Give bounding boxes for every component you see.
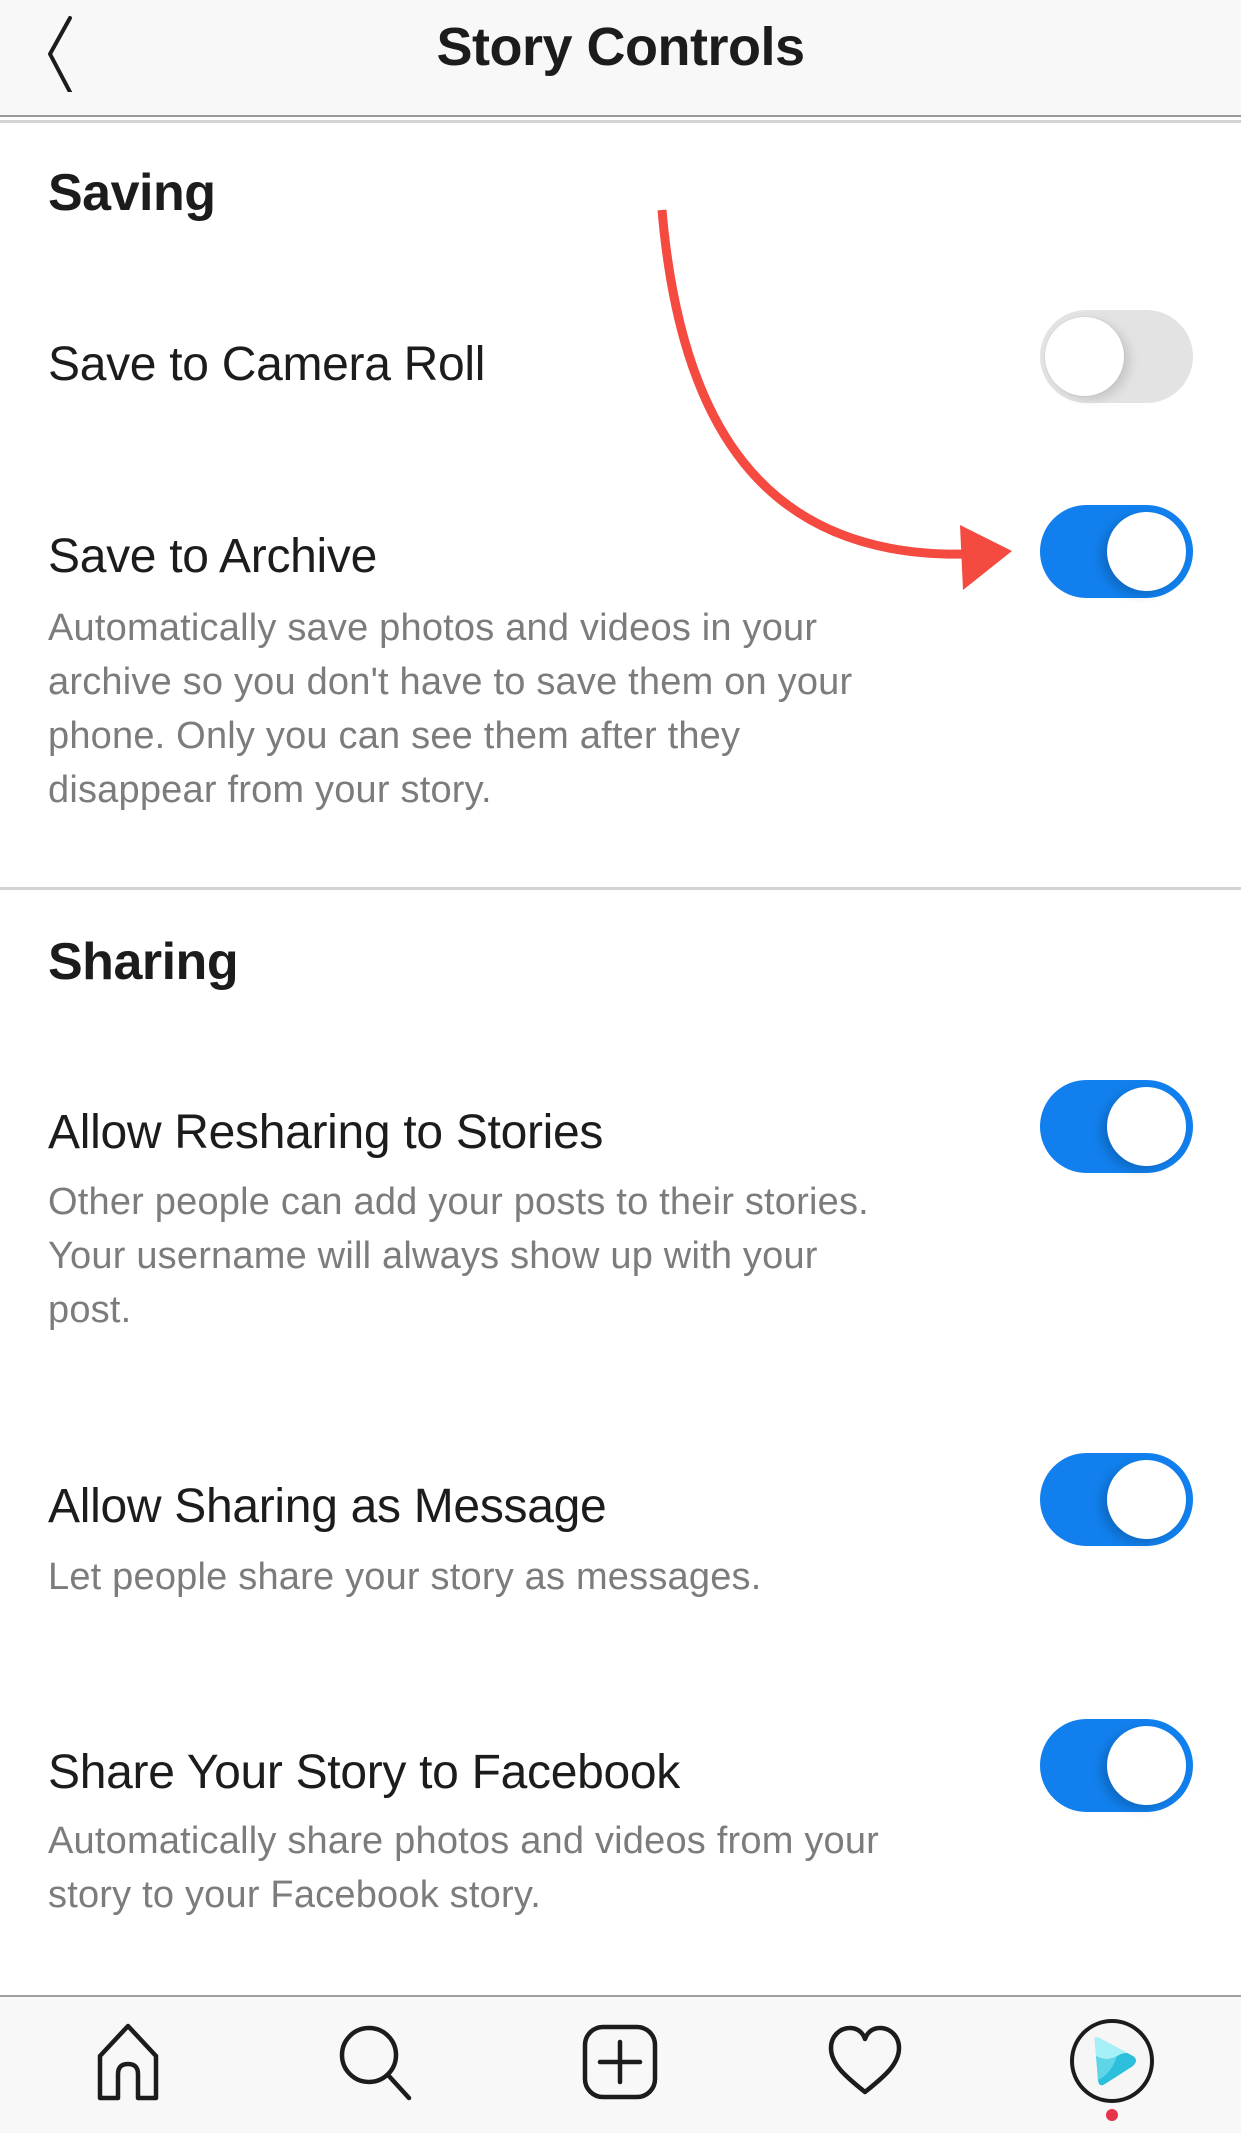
toggle-knob <box>1107 512 1186 591</box>
setting-title-allow-sharing-message: Allow Sharing as Message <box>48 1480 607 1533</box>
toggle-allow-resharing[interactable] <box>1040 1080 1193 1173</box>
setting-title-save-archive: Save to Archive <box>48 530 378 583</box>
section-divider <box>0 887 1241 890</box>
description-line: disappear from your story. <box>48 769 492 811</box>
description-line: archive so you don't have to save them o… <box>48 661 853 703</box>
tab-activity[interactable] <box>820 2017 910 2107</box>
section-heading-saving: Saving <box>48 164 216 222</box>
setting-description-save-archive: Automatically save photos and videos in … <box>48 601 1008 817</box>
tab-search[interactable] <box>330 2017 420 2107</box>
description-line: Automatically save photos and videos in … <box>48 607 818 649</box>
search-icon <box>339 2025 412 2101</box>
toggle-share-facebook[interactable] <box>1040 1719 1193 1812</box>
toggle-save-archive[interactable] <box>1040 505 1193 598</box>
tab-new-post[interactable] <box>575 2017 665 2107</box>
toggle-knob <box>1045 317 1124 396</box>
description-line: story to your Facebook story. <box>48 1874 541 1916</box>
setting-description-allow-sharing-message: Let people share your story as messages. <box>48 1550 1008 1604</box>
toggle-knob <box>1107 1087 1186 1166</box>
section-heading-sharing: Sharing <box>48 933 239 991</box>
header-divider <box>0 120 1241 123</box>
description-line: Other people can add your posts to their… <box>48 1181 869 1223</box>
description-line: Your username will always show up with y… <box>48 1235 818 1277</box>
notification-dot <box>1106 2109 1118 2121</box>
description-line: phone. Only you can see them after they <box>48 715 741 757</box>
heart-icon <box>828 2025 902 2095</box>
description-line: post. <box>48 1289 132 1331</box>
tab-home[interactable] <box>83 2017 173 2107</box>
plus-square-icon <box>582 2024 658 2100</box>
tab-profile[interactable] <box>1067 2011 1157 2111</box>
annotation-arrow <box>657 209 1012 590</box>
nav-header: Story Controls <box>0 0 1241 117</box>
setting-title-allow-resharing: Allow Resharing to Stories <box>48 1106 604 1159</box>
setting-description-allow-resharing: Other people can add your posts to their… <box>48 1175 1008 1337</box>
setting-description-share-facebook: Automatically share photos and videos fr… <box>48 1814 1008 1922</box>
profile-avatar-icon <box>1070 2019 1154 2103</box>
setting-title-save-camera-roll: Save to Camera Roll <box>48 338 486 391</box>
toggle-knob <box>1107 1726 1186 1805</box>
home-icon <box>97 2023 159 2101</box>
toggle-allow-sharing-message[interactable] <box>1040 1453 1193 1546</box>
page-title: Story Controls <box>436 17 805 77</box>
setting-title-share-facebook: Share Your Story to Facebook <box>48 1746 681 1799</box>
description-line: Automatically share photos and videos fr… <box>48 1820 880 1862</box>
toggle-knob <box>1107 1460 1186 1539</box>
description-line: Let people share your story as messages. <box>48 1556 762 1598</box>
toggle-save-camera-roll[interactable] <box>1040 310 1193 403</box>
tab-bar <box>0 1995 1241 2133</box>
